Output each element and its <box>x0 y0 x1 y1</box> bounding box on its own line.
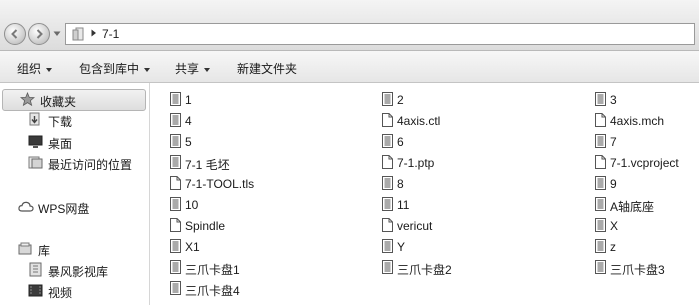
file-name: 三爪卡盘2 <box>397 263 452 277</box>
chevron-down-icon[interactable] <box>53 31 61 37</box>
share-menu[interactable]: 共享 <box>175 60 211 77</box>
doc-icon <box>170 260 181 274</box>
address-bar: 7-1 <box>0 0 699 51</box>
doc-icon <box>595 218 606 232</box>
blank-file-icon <box>382 155 393 169</box>
file-name: 7-1.vcproject <box>610 156 679 170</box>
new-folder-label: 新建文件夹 <box>237 62 298 76</box>
doc-icon <box>595 197 606 211</box>
doc-icon <box>170 239 181 253</box>
cloud-icon <box>18 201 34 212</box>
folder-icon <box>72 27 84 41</box>
triangle-right-icon[interactable] <box>91 29 97 37</box>
doc-icon <box>170 197 181 211</box>
include-in-library-menu[interactable]: 包含到库中 <box>79 60 151 77</box>
file-name: 2 <box>397 93 404 107</box>
nav-label: 下载 <box>48 115 73 129</box>
blank-file-icon <box>595 113 606 127</box>
blank-file-icon <box>382 113 393 127</box>
doc-icon <box>595 260 606 274</box>
recent-places-icon <box>28 156 43 169</box>
doc-icon <box>595 134 606 148</box>
file-name: 6 <box>397 135 404 149</box>
nav-label: 桌面 <box>48 137 73 151</box>
blank-file-icon <box>382 218 393 232</box>
doc-icon <box>595 92 606 106</box>
forward-button[interactable] <box>28 23 50 45</box>
doc-icon <box>170 92 181 106</box>
caret-down-icon <box>46 67 53 72</box>
desktop-icon <box>28 135 43 148</box>
doc-icon <box>170 281 181 295</box>
forward-arrow-icon <box>36 29 43 39</box>
doc-icon <box>595 176 606 190</box>
file-name: 5 <box>185 135 192 149</box>
file-name: 11 <box>397 198 410 212</box>
nav-label: WPS网盘 <box>38 202 90 216</box>
file-name: 三爪卡盘4 <box>185 284 240 298</box>
file-name: vericut <box>397 219 433 233</box>
organize-label: 组织 <box>17 62 42 76</box>
file-name: X <box>610 219 619 233</box>
share-label: 共享 <box>175 62 200 76</box>
back-button[interactable] <box>4 23 26 45</box>
file-name: 7-1 毛坯 <box>185 158 230 172</box>
include-in-library-label: 包含到库中 <box>79 62 140 76</box>
nav-label: 库 <box>38 244 51 258</box>
doc-icon <box>170 134 181 148</box>
file-name: 7-1.ptp <box>397 156 435 170</box>
back-arrow-icon <box>11 29 18 39</box>
file-name: Spindle <box>185 219 226 233</box>
file-name: 1 <box>185 93 192 107</box>
downloads-folder-icon <box>29 112 40 126</box>
blank-file-icon <box>170 176 181 190</box>
doc-icon <box>382 176 393 190</box>
file-name: 8 <box>397 177 404 191</box>
address-path-box[interactable]: 7-1 <box>65 23 695 45</box>
file-name: 三爪卡盘3 <box>610 263 665 277</box>
star-icon <box>20 92 35 107</box>
video-library-icon <box>29 262 42 277</box>
caret-down-icon <box>144 67 151 72</box>
nav-label: 暴风影视库 <box>48 265 109 279</box>
film-icon <box>28 284 43 297</box>
doc-icon <box>170 113 181 127</box>
file-name: 7 <box>610 135 617 149</box>
doc-icon <box>382 197 393 211</box>
organize-menu[interactable]: 组织 <box>17 60 53 77</box>
file-name: X1 <box>185 240 200 254</box>
navigation-pane: 收藏夹 下载 桌面 最近访问的位置 WPS网盘 库 暴风影视库 视频 <box>0 83 150 305</box>
doc-icon <box>595 239 606 253</box>
file-name: z <box>610 240 616 254</box>
file-name: Y <box>397 240 406 254</box>
doc-icon <box>382 260 393 274</box>
blank-file-icon <box>595 155 606 169</box>
file-name: 4 <box>185 114 192 128</box>
caret-down-icon <box>204 67 211 72</box>
blank-file-icon <box>170 218 181 232</box>
path-segment[interactable]: 7-1 <box>102 27 119 41</box>
file-name: 7-1-TOOL.tls <box>185 177 255 191</box>
doc-icon <box>382 92 393 106</box>
file-name: 4axis.mch <box>610 114 665 128</box>
new-folder-button[interactable]: 新建文件夹 <box>237 60 297 77</box>
nav-label: 视频 <box>48 286 73 300</box>
file-name: 4axis.ctl <box>397 114 441 128</box>
doc-icon <box>382 239 393 253</box>
file-name: A轴底座 <box>610 200 655 214</box>
doc-icon <box>170 155 181 169</box>
library-icon <box>18 242 32 255</box>
file-name: 三爪卡盘1 <box>185 263 240 277</box>
doc-icon <box>382 134 393 148</box>
file-name: 9 <box>610 177 617 191</box>
command-toolbar: 组织 包含到库中 共享 新建文件夹 <box>0 51 699 83</box>
file-name: 10 <box>185 198 199 212</box>
file-name: 3 <box>610 93 617 107</box>
nav-label: 收藏夹 <box>40 95 77 109</box>
nav-label: 最近访问的位置 <box>48 158 133 172</box>
file-list: 1 2 3 4 4axis.ctl 4axis.mch 5 6 7 7-1 毛坯 <box>150 83 699 305</box>
